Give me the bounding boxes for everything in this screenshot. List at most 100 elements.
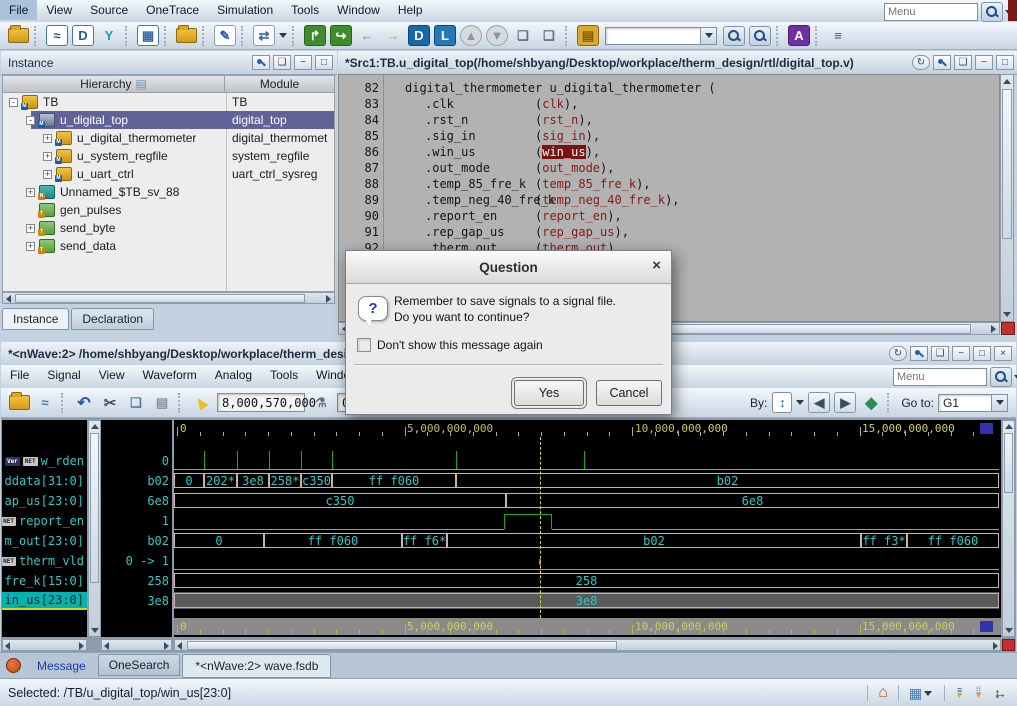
tree-row-Unnamed_$TB_sv_88[interactable]: +NUnnamed_$TB_sv_88 (3, 183, 334, 201)
layout-window-icon[interactable]: ▦ (909, 685, 922, 702)
tree-expander-icon[interactable]: + (43, 152, 52, 161)
nwave-menu-search-icon[interactable] (990, 367, 1012, 387)
nwave-refresh-icon[interactable]: ↻ (889, 346, 907, 361)
nschema-tool-icon[interactable]: D (72, 25, 94, 46)
names-vscrollbar[interactable] (88, 420, 101, 637)
tree-expander-icon[interactable]: + (43, 134, 52, 143)
nwave-minimize-icon[interactable]: − (952, 346, 970, 361)
tab-declaration[interactable]: Declaration (71, 308, 154, 330)
nwave-menu-view[interactable]: View (90, 365, 134, 385)
source-refresh-icon[interactable]: ↻ (912, 55, 930, 70)
new-window-icon[interactable]: ❏ (512, 25, 534, 46)
source-resize-grip[interactable] (1001, 322, 1015, 335)
menu-help[interactable]: Help (389, 0, 432, 20)
nwave-tool-icon[interactable]: ≈ (46, 25, 68, 46)
goto-declaration-icon[interactable]: ↱ (304, 25, 326, 46)
wave-bottom-ruler[interactable]: 05,000,000,00010,000,000,00015,000,000,0… (174, 618, 1001, 635)
module-column-header[interactable]: Module (225, 75, 335, 93)
signal-values-panel[interactable]: 0b026e81b020 -> 12583e8 (101, 420, 172, 637)
values-hscrollbar[interactable] (101, 639, 172, 651)
menu-source[interactable]: Source (81, 0, 137, 20)
tree-row-u_uart_ctrl[interactable]: +Mu_uart_ctrluart_ctrl_sysreg (3, 165, 334, 183)
tree-expander-icon[interactable]: - (26, 116, 35, 125)
wave-vscrollbar[interactable] (1002, 420, 1015, 637)
goto-instance-icon[interactable]: ↪ (330, 25, 352, 46)
nwave-by-mode-icon[interactable]: ↕ (772, 392, 792, 413)
edit-source-icon[interactable]: ✎ (214, 25, 236, 46)
tree-expander-icon[interactable]: + (26, 242, 35, 251)
nwave-sweep-icon[interactable]: ⚗ (310, 392, 332, 413)
tree-expander-icon[interactable]: + (26, 224, 35, 233)
menu-window[interactable]: Window (328, 0, 389, 20)
nwave-menu-waveform[interactable]: Waveform (134, 365, 206, 385)
tab-instance[interactable]: Instance (2, 308, 69, 330)
nwave-menu-search-input[interactable] (893, 368, 987, 386)
back-icon[interactable]: ← (356, 25, 378, 46)
nwave-cut-icon[interactable]: ✂ (99, 392, 121, 413)
wave-top-ruler[interactable]: 05,000,000,00010,000,000,00015,000,000,0… (174, 420, 1001, 437)
cascade-window-icon[interactable]: ❏ (538, 25, 560, 46)
nwave-menu-analog[interactable]: Analog (206, 365, 261, 385)
dock-all-bottom-icon[interactable]: ⁞⁞▼ (974, 688, 983, 698)
trace-driver-icon[interactable]: D (408, 25, 430, 46)
apps-icon[interactable]: A (788, 25, 810, 46)
nwave-search-backward-icon[interactable]: ◀ (808, 392, 830, 413)
wave-hscrollbar[interactable] (174, 639, 1001, 651)
tree-row-u_system_regfile[interactable]: +Mu_system_regfilesystem_regfile (3, 147, 334, 165)
dont-show-label[interactable]: Don't show this message again (377, 338, 543, 352)
trace-load-icon[interactable]: L (434, 25, 456, 46)
advanced-search-icon[interactable] (749, 26, 771, 46)
nwave-undo-icon[interactable]: ↶ (73, 392, 95, 413)
bottom-tab-message[interactable]: Message (27, 656, 96, 676)
hierarchy-column-header[interactable]: Hierarchy▤ (2, 75, 225, 93)
hierarchy-filter-icon[interactable]: ▤ (136, 77, 147, 91)
signal-name-w_rden[interactable]: VerNETw_rden (2, 452, 87, 470)
nwave-menu-file[interactable]: File (1, 365, 38, 385)
signal-name-therm_vld[interactable]: NETtherm_vld (2, 552, 87, 570)
nwave-select-cursor-icon[interactable] (190, 392, 212, 413)
instance-hscrollbar[interactable] (2, 292, 335, 304)
open-database-icon[interactable] (8, 28, 29, 43)
nwave-maximize-icon[interactable]: □ (973, 346, 991, 361)
forward-icon[interactable]: → (382, 25, 404, 46)
previous-icon[interactable]: ▲ (460, 25, 482, 46)
dialog-close-icon[interactable]: × (652, 257, 661, 274)
next-icon[interactable]: ▼ (486, 25, 508, 46)
nwave-marker-jump-icon[interactable]: ◆ (860, 392, 882, 413)
tree-expander-icon[interactable]: + (43, 170, 52, 179)
tree-row-send_byte[interactable]: +Tsend_byte (3, 219, 334, 237)
message-status-icon[interactable] (6, 658, 21, 673)
instance-maximize-icon[interactable]: □ (315, 55, 333, 70)
ruler-range-marker[interactable] (980, 621, 993, 632)
nwave-menu-signal[interactable]: Signal (38, 365, 89, 385)
tree-row-gen_pulses[interactable]: Tgen_pulses (3, 201, 334, 219)
nwave-by-caret-icon[interactable] (796, 400, 804, 405)
names-hscrollbar[interactable] (2, 639, 87, 651)
nwave-menu-tools[interactable]: Tools (261, 365, 307, 385)
signal-name-ap_us[23:0][interactable]: ap_us[23:0] (2, 492, 87, 510)
reload-design-icon[interactable]: ⇄ (253, 25, 275, 46)
home-icon[interactable]: ⌂ (878, 684, 888, 702)
nwave-pin-icon[interactable] (910, 346, 928, 361)
tree-row-u_digital_top[interactable]: -Mu_digital_topdigital_top (3, 111, 334, 129)
menu-view[interactable]: View (37, 0, 81, 20)
reload-design-caret[interactable] (279, 33, 287, 38)
tree-row-u_digital_thermometer[interactable]: +Mu_digital_thermometerdigital_thermomet (3, 129, 334, 147)
nwave-close-icon[interactable]: × (994, 346, 1012, 361)
instance-tree[interactable]: -MTBTB-Mu_digital_topdigital_top+Mu_digi… (2, 93, 335, 292)
signal-name-report_en[interactable]: NETreport_en (2, 512, 87, 530)
nwave-paste-icon[interactable]: ▤ (151, 392, 173, 413)
nwave-goto-combobox[interactable]: G1 (938, 394, 1008, 412)
bottom-tab--nwave-2-wave-fsdb[interactable]: *<nWave:2> wave.fsdb (182, 654, 331, 678)
dont-show-checkbox[interactable] (357, 338, 371, 352)
nwave-copy-icon[interactable]: ❏ (125, 392, 147, 413)
tree-expander-icon[interactable]: + (26, 188, 35, 197)
source-pin-icon[interactable] (933, 55, 951, 70)
ntrace-tool-icon[interactable]: ▦ (137, 25, 159, 46)
main-menu-search-icon[interactable] (981, 2, 1003, 22)
signal-names-panel[interactable]: VerNETw_rdenddata[31:0]ap_us[23:0]NETrep… (2, 420, 87, 637)
instance-minimize-icon[interactable]: − (294, 55, 312, 70)
tree-row-TB[interactable]: -MTBTB (3, 93, 334, 111)
signal-name-m_out[23:0][interactable]: m_out[23:0] (2, 532, 87, 550)
ams-icon[interactable]: ≡ (827, 25, 849, 46)
